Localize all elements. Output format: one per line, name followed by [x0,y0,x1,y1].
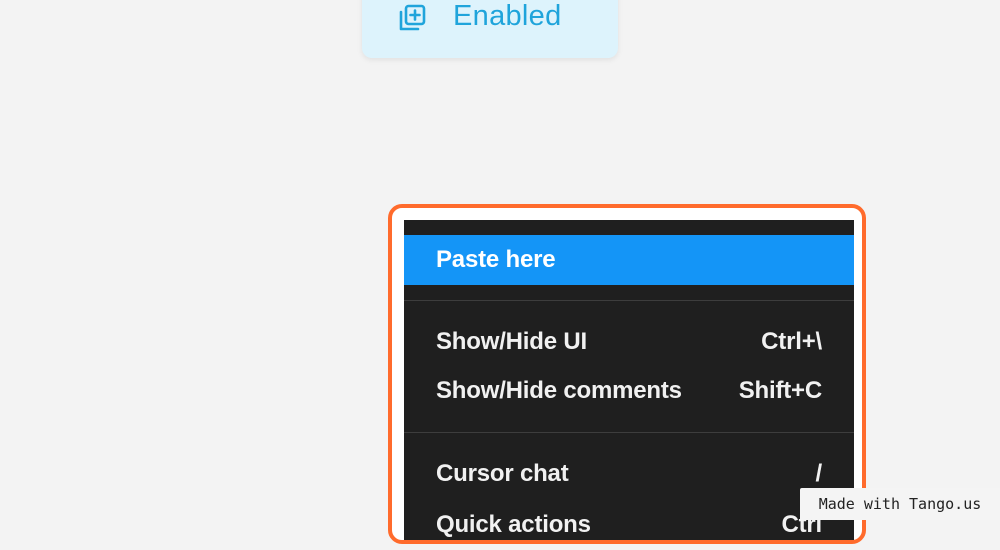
menu-separator [404,432,854,433]
menu-item-shortcut: Shift+C [738,377,822,404]
enabled-label: Enabled [453,0,562,32]
tango-watermark: Made with Tango.us [800,488,1000,520]
menu-item-label: Paste here [436,246,556,273]
menu-item-paste-here[interactable]: Paste here [404,235,854,285]
menu-item-label: Quick actions [436,511,591,538]
menu-item-shortcut: / [815,460,823,487]
enabled-status-pill[interactable]: Enabled [362,0,618,58]
context-menu: Paste here Show/Hide UI Ctrl+\ Show/Hide… [404,220,854,540]
menu-item-label: Show/Hide comments [436,377,682,404]
menu-item-label: Show/Hide UI [436,328,587,355]
menu-item-label: Cursor chat [436,460,569,487]
menu-item-shortcut: Ctrl+\ [761,328,822,355]
menu-item-show-hide-ui[interactable]: Show/Hide UI Ctrl+\ [404,317,854,367]
watermark-text: Made with Tango.us [818,495,982,513]
menu-item-quick-actions[interactable]: Quick actions Ctrl [404,500,854,550]
menu-item-show-hide-comments[interactable]: Show/Hide comments Shift+C [404,366,854,416]
menu-separator [404,300,854,301]
add-copy-icon [396,2,428,34]
menu-item-cursor-chat[interactable]: Cursor chat / [404,449,854,499]
